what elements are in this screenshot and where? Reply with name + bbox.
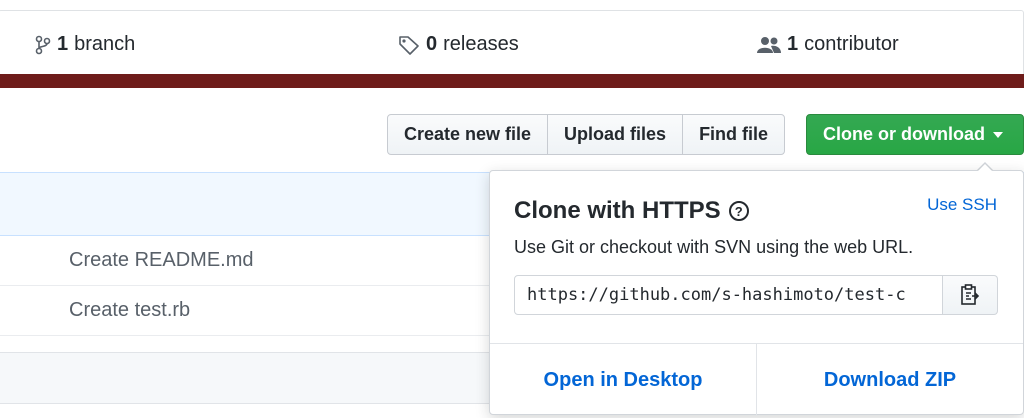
clone-url-input[interactable]: https://github.com/s-hashimoto/test-c (514, 275, 943, 315)
branch-count: 1 (57, 33, 69, 55)
clone-actions: Open in Desktop Download ZIP (490, 343, 1023, 416)
find-file-button[interactable]: Find file (682, 114, 786, 155)
language-bar (0, 74, 1024, 88)
clipboard-icon (961, 284, 980, 305)
file-actions-group: Create new file Upload files Find file (387, 114, 786, 155)
commit-message[interactable]: Create test.rb (69, 299, 190, 322)
branch-icon (35, 35, 51, 54)
dropdown-arrow-inner (977, 164, 993, 172)
contributors-label: contributor (804, 33, 899, 55)
clone-title: Clone with HTTPS ? (514, 197, 749, 225)
clone-title-text: Clone with HTTPS (514, 197, 721, 224)
releases-label: releases (443, 33, 519, 55)
commit-message[interactable]: Create README.md (69, 249, 254, 272)
create-new-file-button[interactable]: Create new file (387, 114, 549, 155)
clone-or-download-button[interactable]: Clone or download (806, 114, 1024, 155)
open-in-desktop-button[interactable]: Open in Desktop (490, 344, 756, 416)
branches-link[interactable]: 1 branch (35, 33, 135, 56)
clone-or-download-label: Clone or download (823, 124, 985, 144)
clone-description: Use Git or checkout with SVN using the w… (514, 237, 914, 257)
releases-count: 0 (426, 33, 438, 55)
tag-icon (399, 35, 419, 55)
use-ssh-link[interactable]: Use SSH (927, 195, 997, 215)
question-icon[interactable]: ? (728, 201, 749, 221)
clone-url-group: https://github.com/s-hashimoto/test-c (514, 275, 998, 315)
contributors-link[interactable]: 1 contributor (757, 33, 899, 56)
people-icon (757, 36, 781, 53)
repo-stats-bar: 1 branch 0 releases 1 contributor (0, 10, 1024, 74)
releases-link[interactable]: 0 releases (398, 33, 519, 56)
upload-files-button[interactable]: Upload files (547, 114, 684, 155)
download-zip-button[interactable]: Download ZIP (756, 344, 1023, 416)
caret-down-icon (993, 131, 1003, 138)
contributors-count: 1 (787, 33, 799, 55)
copy-to-clipboard-button[interactable] (943, 275, 998, 315)
clone-dropdown: Clone with HTTPS ? Use SSH Use Git or ch… (489, 170, 1024, 416)
branch-label: branch (74, 33, 136, 55)
